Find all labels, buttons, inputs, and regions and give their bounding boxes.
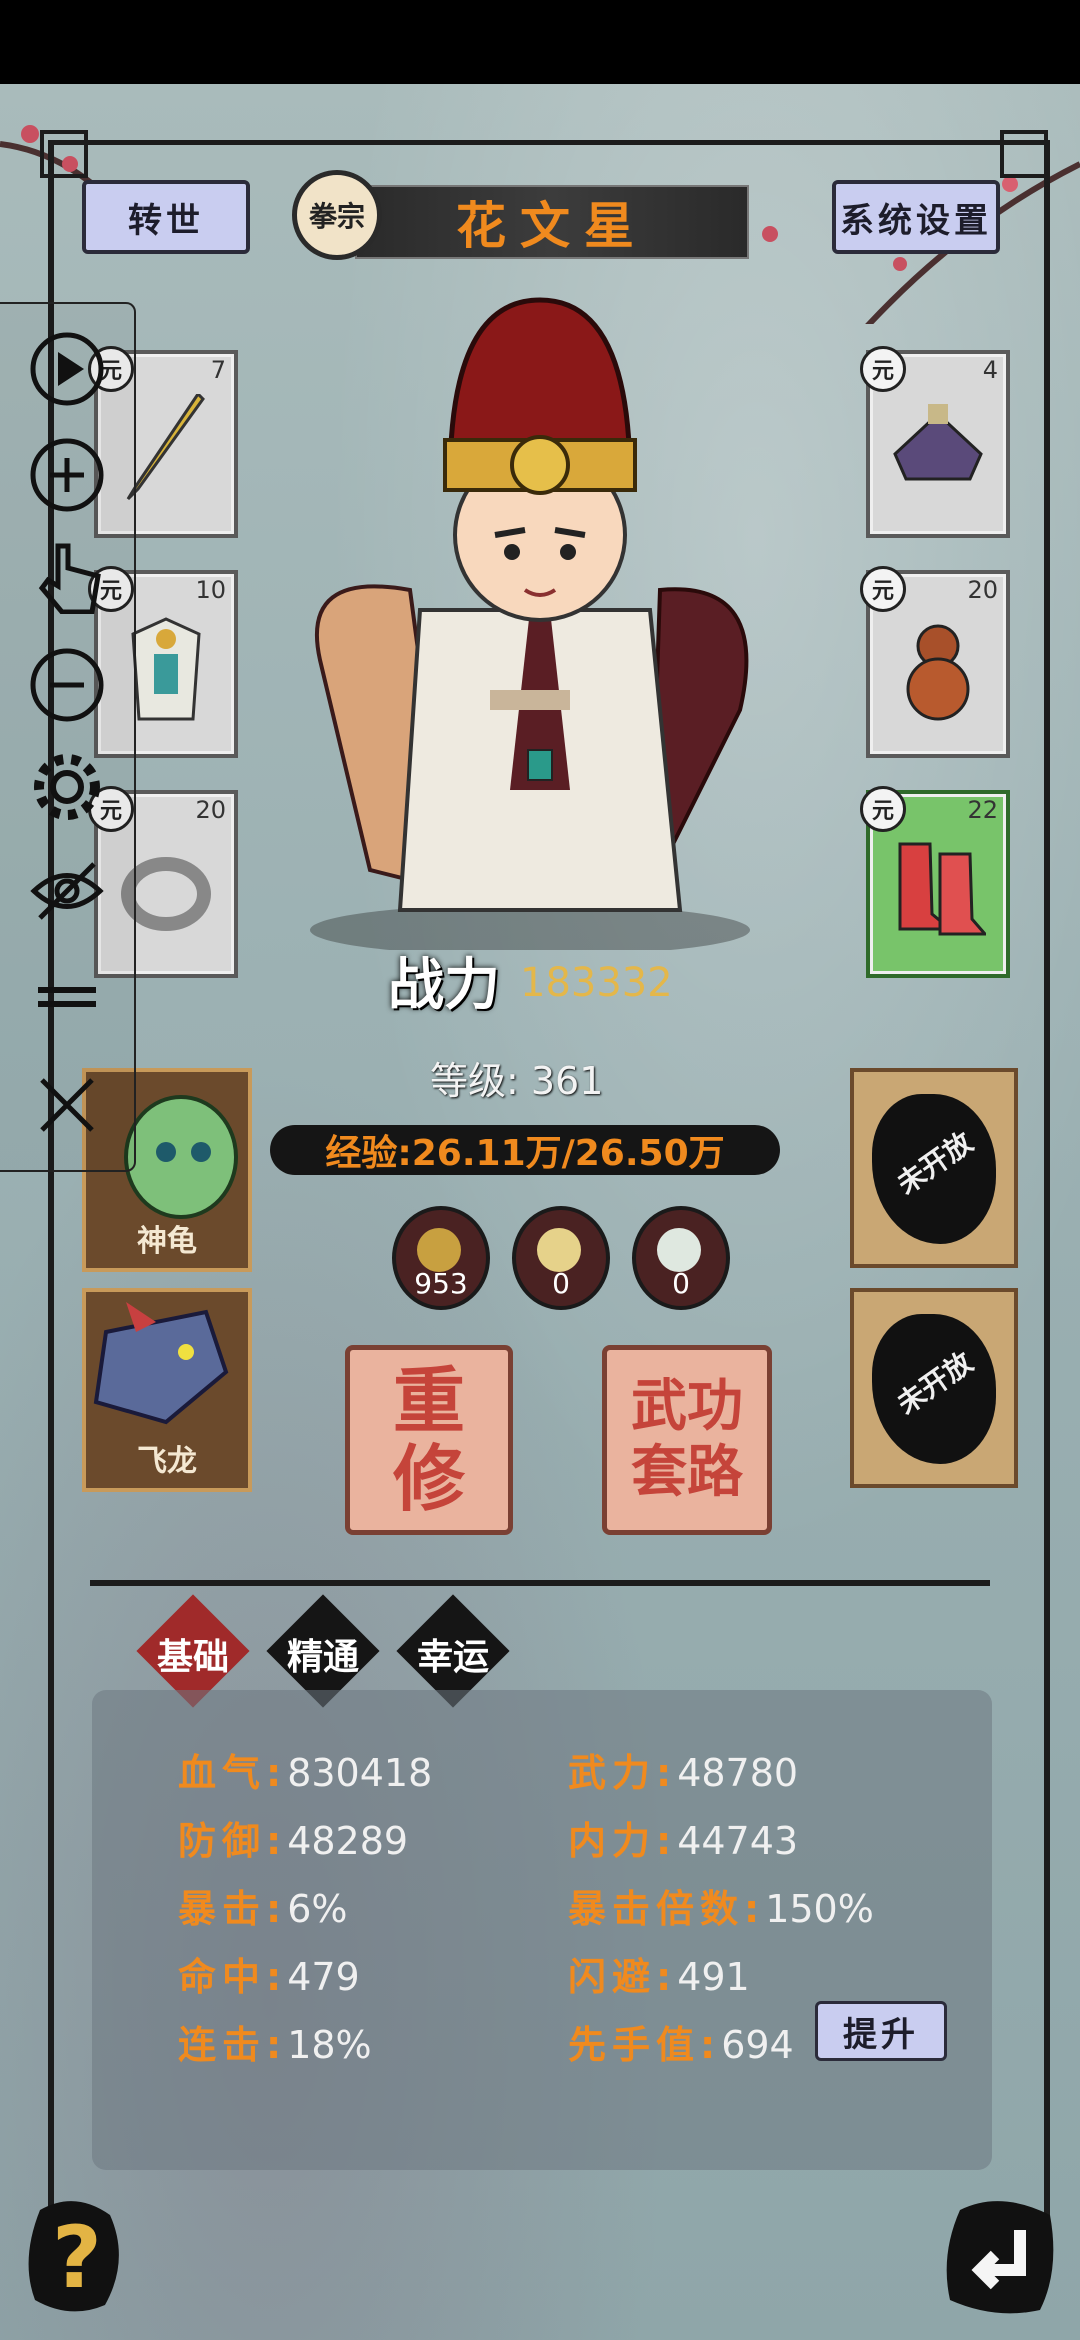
stat-label: 连击: bbox=[178, 2023, 288, 2067]
equip-slot-hat[interactable]: 元 4 bbox=[860, 346, 1010, 538]
stat-label: 暴击: bbox=[178, 1887, 288, 1931]
stat-value: 491 bbox=[677, 1955, 750, 1999]
stat-label: 命中: bbox=[178, 1955, 288, 1999]
orb-count: 953 bbox=[414, 1267, 468, 1300]
school-badge[interactable]: 拳宗 bbox=[292, 170, 382, 260]
stat-hit: 命中: 479 bbox=[178, 1946, 360, 2001]
stat-label: 闪避: bbox=[568, 1955, 678, 1999]
frame-corner-tl bbox=[40, 130, 88, 178]
stat-attack: 武力: 48780 bbox=[568, 1742, 798, 1797]
resource-orb-pearl[interactable]: 0 bbox=[512, 1206, 610, 1310]
close-icon[interactable] bbox=[28, 1066, 106, 1144]
combat-power-label: 战力 bbox=[388, 953, 500, 1018]
frame-corner-tr bbox=[1000, 130, 1048, 178]
help-icon: ? bbox=[52, 2208, 102, 2308]
equip-level: 7 bbox=[210, 356, 226, 384]
tap-gesture-icon[interactable] bbox=[28, 536, 106, 614]
grade-badge: 元 bbox=[860, 566, 906, 612]
boots-icon bbox=[898, 842, 986, 936]
stat-value: 479 bbox=[287, 1955, 360, 1999]
equip-slot-gourd[interactable]: 元 20 bbox=[860, 566, 1010, 758]
stat-initiative: 先手值: 694 bbox=[568, 2014, 794, 2069]
stat-label: 血气: bbox=[178, 1751, 288, 1795]
hero-name-plate: 花文星 bbox=[355, 185, 749, 259]
orb-count: 0 bbox=[552, 1267, 570, 1300]
retrain-label: 重修 bbox=[392, 1359, 465, 1521]
stat-value: 18% bbox=[287, 2023, 372, 2067]
gourd-icon bbox=[906, 624, 970, 721]
zoom-out-icon[interactable] bbox=[28, 646, 106, 724]
dragon-icon bbox=[93, 1302, 229, 1425]
menu-icon[interactable] bbox=[28, 958, 106, 1036]
stat-crit: 暴击: 6% bbox=[178, 1878, 348, 1933]
equip-level: 10 bbox=[195, 576, 226, 604]
resource-orb-gold[interactable]: 953 bbox=[392, 1206, 490, 1310]
locked-slot-1[interactable]: 未开放 bbox=[850, 1068, 1018, 1268]
stat-label: 防御: bbox=[178, 1819, 288, 1863]
play-icon[interactable] bbox=[28, 330, 106, 408]
hero-character bbox=[310, 297, 750, 950]
stat-value: 44743 bbox=[677, 1819, 799, 1863]
back-button[interactable] bbox=[940, 2190, 1060, 2320]
stat-label: 武力: bbox=[568, 1751, 678, 1795]
grade-badge: 元 bbox=[860, 346, 906, 392]
stat-value: 694 bbox=[721, 2023, 794, 2067]
equip-slot-boots[interactable]: 元 22 bbox=[860, 786, 1010, 978]
tab-label: 基础 bbox=[156, 1637, 229, 1678]
stat-crit-multiplier: 暴击倍数: 150% bbox=[568, 1878, 874, 1933]
stat-value: 6% bbox=[287, 1887, 348, 1931]
return-arrow-icon bbox=[946, 2201, 1054, 2314]
equip-level: 4 bbox=[982, 356, 998, 384]
stat-combo: 连击: 18% bbox=[178, 2014, 372, 2069]
tab-label: 精通 bbox=[286, 1637, 359, 1678]
experience-bar: 经验:26.11万/26.50万 bbox=[270, 1125, 780, 1175]
combat-power-value: 183332 bbox=[520, 960, 673, 1006]
hero-level: 等级: 361 bbox=[430, 1059, 604, 1103]
section-divider bbox=[90, 1580, 990, 1586]
equip-level: 20 bbox=[967, 576, 998, 604]
stat-label: 内力: bbox=[568, 1819, 678, 1863]
equip-level: 22 bbox=[967, 796, 998, 824]
stat-value: 830418 bbox=[287, 1751, 433, 1795]
hat-icon bbox=[893, 404, 983, 481]
stat-hp: 血气: 830418 bbox=[178, 1742, 432, 1797]
experience-text: 经验:26.11万/26.50万 bbox=[325, 1133, 725, 1174]
hide-icon[interactable] bbox=[28, 852, 106, 930]
stat-value: 48289 bbox=[287, 1819, 409, 1863]
zoom-in-icon[interactable] bbox=[28, 436, 106, 514]
equip-level: 20 bbox=[195, 796, 226, 824]
system-settings-button[interactable]: 系统设置 bbox=[832, 180, 1000, 254]
pet-slot-dragon[interactable]: 飞龙 bbox=[82, 1288, 252, 1492]
help-button[interactable]: ? bbox=[20, 2190, 130, 2320]
martial-arts-label: 武功套路 bbox=[631, 1374, 743, 1505]
pet-name: 飞龙 bbox=[137, 1444, 197, 1479]
stat-label: 先手值: bbox=[568, 2023, 722, 2067]
orb-count: 0 bbox=[672, 1267, 690, 1300]
status-bar bbox=[0, 0, 1080, 84]
floating-toolbar bbox=[0, 302, 136, 1172]
retrain-button[interactable]: 重修 bbox=[345, 1345, 513, 1535]
stat-label: 暴击倍数: bbox=[568, 1887, 766, 1931]
stat-value: 150% bbox=[765, 1887, 874, 1931]
reincarnate-button[interactable]: 转世 bbox=[82, 180, 250, 254]
hero-name: 花文星 bbox=[456, 197, 648, 255]
tab-label: 幸运 bbox=[416, 1637, 489, 1678]
stat-defense: 防御: 48289 bbox=[178, 1810, 408, 1865]
stat-value: 48780 bbox=[677, 1751, 799, 1795]
pet-name: 神龟 bbox=[137, 1224, 197, 1259]
gear-icon[interactable] bbox=[28, 748, 106, 826]
upgrade-button[interactable]: 提升 bbox=[815, 2001, 947, 2061]
stat-dodge: 闪避: 491 bbox=[568, 1946, 750, 2001]
martial-arts-button[interactable]: 武功套路 bbox=[602, 1345, 772, 1535]
resource-orb-jade[interactable]: 0 bbox=[632, 1206, 730, 1310]
grade-badge: 元 bbox=[860, 786, 906, 832]
locked-slot-2[interactable]: 未开放 bbox=[850, 1288, 1018, 1488]
stat-inner: 内力: 44743 bbox=[568, 1810, 798, 1865]
